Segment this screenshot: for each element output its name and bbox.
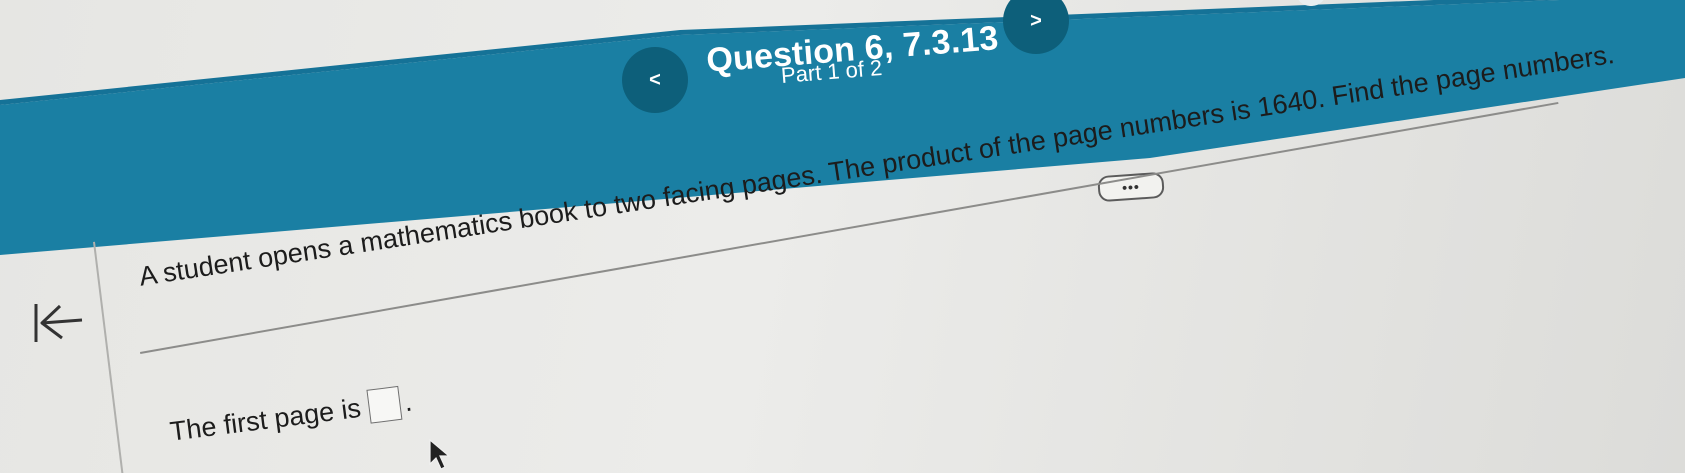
answer-input[interactable] bbox=[366, 385, 403, 424]
more-dots-icon: ••• bbox=[1121, 178, 1141, 196]
chevron-right-icon: > bbox=[1030, 9, 1042, 32]
mouse-pointer-icon bbox=[428, 438, 456, 472]
chevron-left-icon: < bbox=[649, 68, 661, 91]
screen: < Question 6, 7.3.13 Part 1 of 2 > ••• A… bbox=[0, 0, 1685, 473]
collapse-left-arrow-icon[interactable] bbox=[30, 298, 88, 348]
previous-question-button[interactable]: < bbox=[622, 47, 688, 113]
